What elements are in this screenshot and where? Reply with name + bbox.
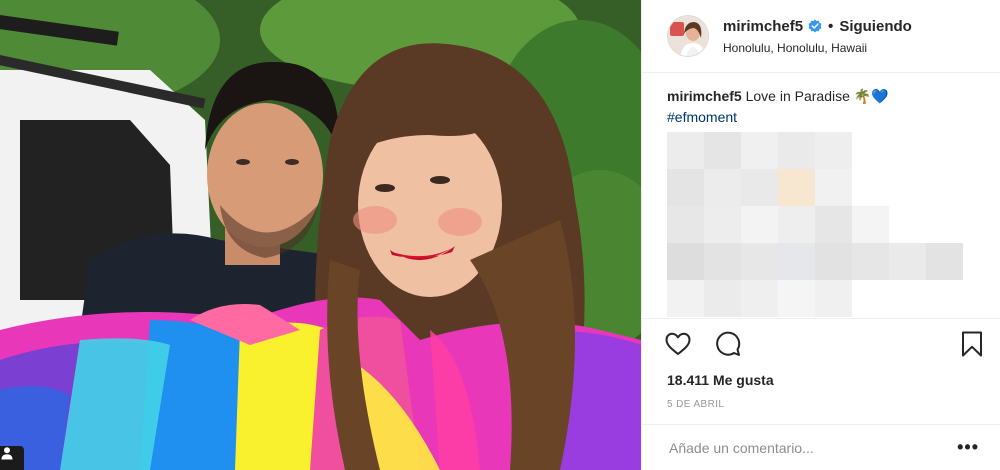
header-user-row: mirimchef5 • Siguiendo [723,18,912,35]
post-actions [665,329,987,359]
likes-count[interactable]: 18.411 Me gusta [667,372,774,388]
caption-emojis: 🌴💙 [853,89,889,105]
like-button[interactable] [663,329,693,359]
separator-dot: • [828,17,834,35]
instagram-post: mirimchef5 • Siguiendo Honolulu, Honolul… [0,0,1000,470]
caption-hashtag[interactable]: #efmoment [667,107,987,127]
speech-bubble-icon [716,331,741,356]
save-button[interactable] [957,329,987,359]
avatar-image [668,16,708,56]
following-button[interactable]: Siguiendo [839,18,912,35]
post-photo[interactable] [0,0,641,470]
bookmark-icon [962,331,982,357]
post-header: mirimchef5 • Siguiendo Honolulu, Honolul… [642,0,1000,73]
caption-username[interactable]: mirimchef5 [667,88,742,104]
post-side-panel: mirimchef5 • Siguiendo Honolulu, Honolul… [641,0,1000,470]
caption-text: Love in Paradise [745,88,850,104]
post-caption: mirimchef5 Love in Paradise 🌴💙 #efmoment [667,86,987,127]
post-date[interactable]: 5 DE ABRIL [667,399,724,410]
actions-divider [642,318,1000,319]
user-tag-button[interactable] [0,446,24,470]
heart-icon [665,332,691,355]
comment-button[interactable] [713,329,743,359]
blurred-comments-area [667,132,967,318]
add-comment-bar: ••• [642,424,1000,470]
person-icon [1,447,13,460]
selfie-image [0,0,641,470]
verified-badge-icon [808,19,822,33]
more-options-button[interactable]: ••• [957,437,979,458]
avatar[interactable] [667,15,709,57]
comment-input[interactable] [669,439,939,456]
header-text: mirimchef5 • Siguiendo Honolulu, Honolul… [723,18,912,55]
profile-username[interactable]: mirimchef5 [723,18,803,35]
location-link[interactable]: Honolulu, Honolulu, Hawaii [723,41,912,55]
